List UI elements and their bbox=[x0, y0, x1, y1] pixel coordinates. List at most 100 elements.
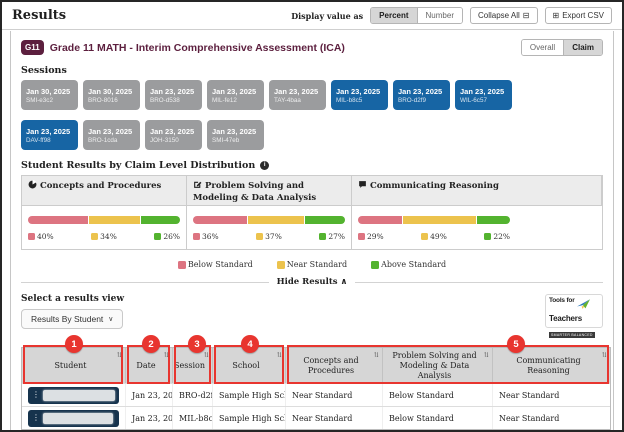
above-standard-swatch bbox=[154, 233, 161, 240]
above-standard-percent: 26% bbox=[163, 232, 180, 241]
below-standard-segment bbox=[28, 216, 88, 224]
claim-header-communicating: Communicating Reasoning bbox=[352, 176, 602, 206]
collapse-all-button[interactable]: Collapse All ⊟ bbox=[470, 7, 538, 24]
export-csv-button[interactable]: ⊞ Export CSV bbox=[545, 7, 613, 24]
session-code: WIL-6c57 bbox=[460, 97, 507, 104]
display-value-label: Display value as bbox=[291, 11, 363, 21]
kebab-icon[interactable]: ⋮ bbox=[32, 391, 40, 399]
claim-name: Concepts and Procedures bbox=[40, 181, 161, 191]
sort-icon[interactable]: ⇅ bbox=[484, 351, 489, 359]
session-tile[interactable]: Jan 23, 2025BRO-1cda bbox=[83, 120, 140, 150]
session-code: JOH-3150 bbox=[150, 137, 197, 144]
claim-panel-communicating: 29% 49% 22% bbox=[352, 206, 602, 249]
session-tile[interactable]: Jan 23, 2025JOH-3150 bbox=[145, 120, 202, 150]
claim-panel-concepts: 40% 34% 26% bbox=[22, 206, 187, 249]
sort-icon[interactable]: ⇅ bbox=[277, 351, 282, 359]
below-standard-swatch bbox=[178, 261, 186, 269]
school-cell: Sample High School bbox=[213, 384, 286, 406]
info-icon[interactable]: i bbox=[260, 161, 269, 170]
session-tile[interactable]: Jan 23, 2025WIL-6c57 bbox=[455, 80, 512, 110]
results-view-dropdown[interactable]: Results By Student ∨ bbox=[21, 309, 123, 329]
near-standard-segment bbox=[89, 216, 140, 224]
session-tile[interactable]: Jan 23, 2025DAV-ff98 bbox=[21, 120, 78, 150]
page-title: Results bbox=[12, 8, 66, 23]
student-pill[interactable]: ⋮ bbox=[28, 387, 119, 404]
chevron-down-icon: ∨ bbox=[108, 315, 113, 323]
kebab-icon[interactable]: ⋮ bbox=[32, 414, 40, 422]
sort-icon[interactable]: ⇅ bbox=[374, 351, 379, 359]
near-standard-segment bbox=[248, 216, 304, 224]
near-standard-percent: 34% bbox=[100, 232, 117, 241]
below-standard-segment bbox=[358, 216, 402, 224]
percent-row: 36% 37% 27% bbox=[193, 232, 345, 241]
near-standard-swatch bbox=[277, 261, 285, 269]
results-view-heading: Select a results view bbox=[21, 294, 603, 304]
edit-icon bbox=[193, 180, 202, 193]
sort-icon[interactable]: ⇅ bbox=[602, 351, 607, 359]
column-header-session[interactable]: Session⇅ bbox=[173, 348, 213, 383]
sessions-heading: Sessions bbox=[21, 65, 603, 76]
student-cell: ⋮ bbox=[22, 384, 126, 406]
claim-button[interactable]: Claim bbox=[563, 40, 602, 55]
session-code: BRO-d2f9 bbox=[398, 97, 445, 104]
legend-label: Near Standard bbox=[287, 260, 347, 269]
session-tiles: Jan 30, 2025SMI-e3c2 Jan 30, 2025BRO-801… bbox=[21, 80, 603, 150]
percent-button[interactable]: Percent bbox=[371, 8, 416, 23]
hide-results-link[interactable]: Hide Results ∧ bbox=[269, 277, 356, 287]
above-standard-percent: 22% bbox=[493, 232, 510, 241]
pie-chart-icon bbox=[28, 180, 37, 193]
session-cell: BRO-d2f9 bbox=[173, 384, 213, 406]
column-header-date[interactable]: Date⇅ bbox=[126, 348, 173, 383]
overall-button[interactable]: Overall bbox=[522, 40, 563, 55]
problem-solving-cell: Below Standard bbox=[383, 407, 493, 429]
near-standard-swatch bbox=[256, 233, 263, 240]
session-date: Jan 23, 2025 bbox=[336, 87, 383, 96]
session-tile[interactable]: Jan 30, 2025SMI-e3c2 bbox=[21, 80, 78, 110]
session-tile[interactable]: Jan 23, 2025MIL-fe12 bbox=[207, 80, 264, 110]
column-header-communicating[interactable]: Communicating Reasoning⇅ bbox=[493, 348, 610, 383]
export-csv-icon: ⊞ bbox=[553, 12, 560, 20]
paper-plane-icon bbox=[577, 297, 590, 315]
column-label: Problem Solving and Modeling & Data Anal… bbox=[387, 351, 482, 381]
results-table: Student⇅ Date⇅ Session⇅ School⇅ Concepts… bbox=[21, 347, 611, 430]
sort-icon[interactable]: ⇅ bbox=[164, 351, 169, 359]
top-bar-controls: Display value as Percent Number Collapse… bbox=[291, 7, 612, 24]
overall-claim-toggle: Overall Claim bbox=[521, 39, 603, 56]
column-label: Communicating Reasoning bbox=[497, 356, 600, 376]
number-button[interactable]: Number bbox=[417, 8, 462, 23]
sort-icon[interactable]: ⇅ bbox=[204, 351, 209, 359]
claim-distribution-heading: Student Results by Claim Level Distribut… bbox=[21, 160, 603, 171]
below-standard-percent: 29% bbox=[367, 232, 384, 241]
column-header-school[interactable]: School⇅ bbox=[213, 348, 286, 383]
session-tile[interactable]: Jan 30, 2025BRO-8016 bbox=[83, 80, 140, 110]
column-header-student[interactable]: Student⇅ bbox=[22, 348, 126, 383]
problem-solving-cell: Below Standard bbox=[383, 384, 493, 406]
results-view-section: Select a results view Results By Student… bbox=[21, 294, 603, 430]
session-tile[interactable]: Jan 23, 2025BRO-d538 bbox=[145, 80, 202, 110]
results-page: Results Display value as Percent Number … bbox=[0, 0, 624, 432]
session-code: MIL-b8c5 bbox=[336, 97, 383, 104]
student-pill[interactable]: ⋮ bbox=[28, 410, 119, 427]
student-cell: ⋮ bbox=[22, 407, 126, 429]
session-code: SMI-47eb bbox=[212, 137, 259, 144]
column-header-concepts[interactable]: Concepts and Procedures⇅ bbox=[286, 348, 383, 383]
hide-results-divider: Hide Results ∧ bbox=[21, 277, 603, 287]
below-standard-percent: 36% bbox=[202, 232, 219, 241]
session-tile[interactable]: Jan 23, 2025TAY-4baa bbox=[269, 80, 326, 110]
results-panel: G11 Grade 11 MATH - Interim Comprehensiv… bbox=[10, 31, 614, 430]
claim-header-problem-solving: Problem Solving and Modeling & Data Anal… bbox=[187, 176, 352, 206]
session-code: SMI-e3c2 bbox=[26, 97, 73, 104]
session-tile[interactable]: Jan 23, 2025MIL-b8c5 bbox=[331, 80, 388, 110]
legend-label: Below Standard bbox=[188, 260, 253, 269]
column-header-problem-solving[interactable]: Problem Solving and Modeling & Data Anal… bbox=[383, 348, 493, 383]
legend-label: Above Standard bbox=[381, 260, 446, 269]
claim-panel-problem-solving: 36% 37% 27% bbox=[187, 206, 352, 249]
assessment-title: Grade 11 MATH - Interim Comprehensive As… bbox=[50, 42, 345, 54]
results-table-wrap: Student⇅ Date⇅ Session⇅ School⇅ Concepts… bbox=[21, 347, 603, 430]
session-tile[interactable]: Jan 23, 2025BRO-d2f9 bbox=[393, 80, 450, 110]
session-code: BRO-1cda bbox=[88, 137, 135, 144]
stacked-bar bbox=[358, 216, 510, 224]
session-tile[interactable]: Jan 23, 2025SMI-47eb bbox=[207, 120, 264, 150]
sort-icon[interactable]: ⇅ bbox=[117, 351, 122, 359]
above-standard-segment bbox=[305, 216, 346, 224]
